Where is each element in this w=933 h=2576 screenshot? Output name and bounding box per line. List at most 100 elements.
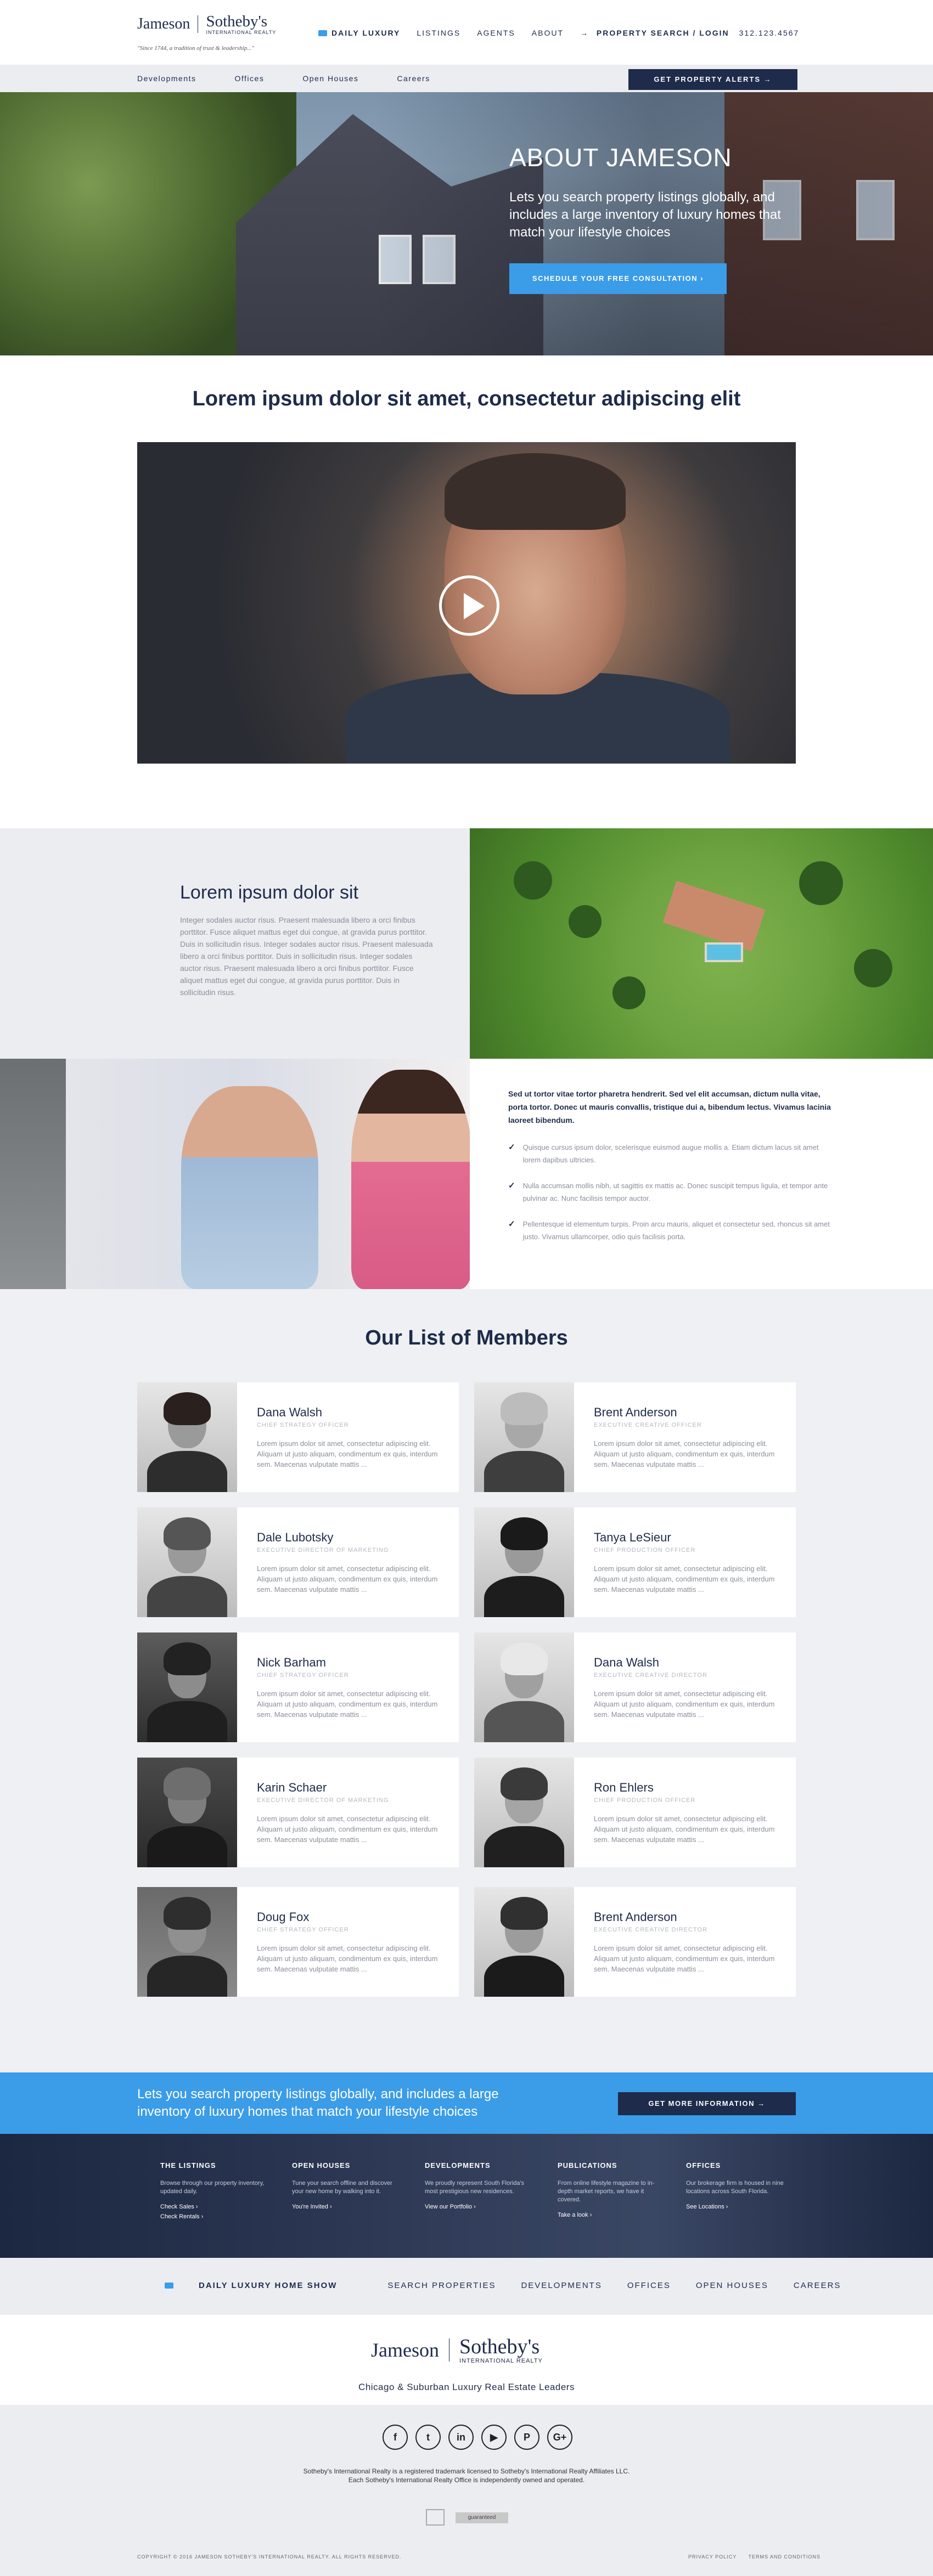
login-arrow-icon: → bbox=[580, 29, 589, 37]
youtube-icon[interactable]: ▶ bbox=[481, 2425, 507, 2450]
member-role: CHIEF STRATEGY OFFICER bbox=[257, 1672, 349, 1679]
member-card[interactable]: Dana Walsh CHIEF STRATEGY OFFICER Lorem … bbox=[137, 1382, 459, 1492]
subnav-developments[interactable]: Developments bbox=[137, 74, 196, 83]
bottom-nav-daily-luxury[interactable]: DAILY LUXURY HOME SHOW bbox=[165, 2281, 362, 2290]
member-card[interactable]: Dale Lubotsky EXECUTIVE DIRECTOR OF MARK… bbox=[137, 1507, 459, 1617]
legal-links: PRIVACY POLICY TERMS AND CONDITIONS bbox=[678, 2554, 820, 2560]
subnav-careers[interactable]: Careers bbox=[397, 74, 430, 83]
play-icon[interactable] bbox=[439, 575, 499, 636]
footer-link-invited[interactable]: You're Invited › bbox=[292, 2204, 402, 2210]
footer-col-offices: OFFICES Our brokerage firm is housed in … bbox=[686, 2161, 796, 2213]
nav-daily-luxury[interactable]: DAILY LUXURY bbox=[318, 29, 400, 37]
logo-jameson: Jameson bbox=[137, 15, 199, 33]
member-photo bbox=[137, 1382, 237, 1492]
footer-link-check-rentals[interactable]: Check Rentals › bbox=[160, 2213, 270, 2220]
member-role: EXECUTIVE CREATIVE DIRECTOR bbox=[594, 1672, 707, 1679]
info-cta-band: Lets you search property listings global… bbox=[0, 2072, 933, 2134]
nav-about[interactable]: ABOUT bbox=[532, 29, 564, 37]
tagline: "Since 1744, a tradition of trust & lead… bbox=[137, 45, 255, 52]
footer-col-title: THE LISTINGS bbox=[160, 2161, 216, 2170]
member-card[interactable]: Ron Ehlers CHIEF PRODUCTION OFFICER Lore… bbox=[474, 1758, 796, 1867]
check-icon: ✓ bbox=[508, 1219, 515, 1229]
nav-agents[interactable]: AGENTS bbox=[477, 29, 515, 37]
footer-link-portfolio[interactable]: View our Portfolio › bbox=[425, 2204, 535, 2210]
subnav-open-houses[interactable]: Open Houses bbox=[302, 74, 358, 83]
bottom-nav-offices[interactable]: OFFICES bbox=[627, 2281, 671, 2290]
video-icon bbox=[318, 30, 327, 36]
member-photo bbox=[137, 1507, 237, 1617]
schedule-consultation-button[interactable]: SCHEDULE YOUR FREE CONSULTATION › bbox=[509, 263, 727, 294]
feature-bullet: ✓ Pellentesque id elementum turpis. Proin… bbox=[508, 1218, 838, 1243]
bottom-nav-open-houses[interactable]: OPEN HOUSES bbox=[696, 2281, 768, 2290]
get-more-information-button[interactable]: GET MORE INFORMATION → bbox=[618, 2092, 796, 2115]
facebook-icon[interactable]: f bbox=[383, 2425, 408, 2450]
linkedin-icon[interactable]: in bbox=[448, 2425, 474, 2450]
video-icon bbox=[165, 2283, 173, 2289]
member-card[interactable]: Nick Barham CHIEF STRATEGY OFFICER Lorem… bbox=[137, 1632, 459, 1742]
footer-col-developments: DEVELOPMENTS We proudly represent South … bbox=[425, 2161, 535, 2213]
office-person-woman bbox=[351, 1070, 470, 1289]
legal-footer: f t in ▶ P G+ Sotheby's International Re… bbox=[0, 2405, 933, 2576]
video-person-hair bbox=[445, 453, 626, 530]
member-bio: Lorem ipsum dolor sit amet, consectetur … bbox=[257, 1564, 438, 1594]
bottom-nav: DAILY LUXURY HOME SHOW SEARCH PROPERTIES… bbox=[0, 2258, 933, 2315]
sub-nav: Developments Offices Open Houses Careers… bbox=[0, 65, 933, 92]
nav-phone[interactable]: 312.123.4567 bbox=[739, 29, 800, 37]
member-card[interactable]: Brent Anderson EXECUTIVE CREATIVE OFFICE… bbox=[474, 1382, 796, 1492]
terms-link[interactable]: TERMS AND CONDITIONS bbox=[749, 2554, 821, 2560]
nav-property-search-login[interactable]: → PROPERTY SEARCH / LOGIN bbox=[580, 29, 729, 37]
sub-nav-links: Developments Offices Open Houses Careers bbox=[137, 74, 469, 83]
footer-col-text: Our brokerage firm is housed in nine loc… bbox=[686, 2180, 784, 2195]
twitter-icon[interactable]: t bbox=[415, 2425, 441, 2450]
member-role: CHIEF STRATEGY OFFICER bbox=[257, 1422, 349, 1428]
member-card[interactable]: Tanya LeSieur CHIEF PRODUCTION OFFICER L… bbox=[474, 1507, 796, 1617]
feature-bullet: ✓ Nulla accumsan mollis nibh, ut sagittis… bbox=[508, 1179, 838, 1205]
member-card[interactable]: Brent Anderson EXECUTIVE CREATIVE DIRECT… bbox=[474, 1887, 796, 1997]
member-bio: Lorem ipsum dolor sit amet, consectetur … bbox=[257, 1439, 438, 1468]
feature-bullets: ✓ Quisque cursus ipsum dolor, scelerisque… bbox=[508, 1141, 838, 1256]
bottom-nav-careers[interactable]: CAREERS bbox=[794, 2281, 841, 2290]
subnav-offices[interactable]: Offices bbox=[235, 74, 265, 83]
footer-logo[interactable]: Jameson Sotheby's INTERNATIONAL REALTY bbox=[371, 2336, 543, 2364]
pinterest-icon[interactable]: P bbox=[514, 2425, 539, 2450]
about-paragraph: Integer sodales auctor risus. Praesent m… bbox=[180, 916, 433, 997]
privacy-policy-link[interactable]: PRIVACY POLICY bbox=[688, 2554, 737, 2560]
footer-col-title: OPEN HOUSES bbox=[292, 2161, 351, 2170]
member-role: EXECUTIVE DIRECTOR OF MARKETING bbox=[257, 1797, 389, 1804]
footer-col-publications: PUBLICATIONS From online lifestyle magaz… bbox=[558, 2161, 667, 2222]
hero-banner: ABOUT JAMESON Lets you search property l… bbox=[0, 92, 933, 355]
member-name: Nick Barham bbox=[257, 1656, 326, 1669]
nav-listings[interactable]: LISTINGS bbox=[417, 29, 460, 37]
member-photo bbox=[474, 1382, 574, 1492]
estate-house bbox=[662, 880, 766, 952]
footer-link-take-a-look[interactable]: Take a look › bbox=[558, 2212, 667, 2218]
footer-col-title: OFFICES bbox=[686, 2161, 721, 2170]
member-card[interactable]: Dana Walsh EXECUTIVE CREATIVE DIRECTOR L… bbox=[474, 1632, 796, 1742]
member-card[interactable]: Doug Fox CHIEF STRATEGY OFFICER Lorem ip… bbox=[137, 1887, 459, 1997]
office-person-man bbox=[181, 1086, 318, 1289]
get-property-alerts-button[interactable]: GET PROPERTY ALERTS → bbox=[628, 69, 797, 90]
bottom-nav-search-properties[interactable]: SEARCH PROPERTIES bbox=[387, 2281, 496, 2290]
estate-pool bbox=[705, 942, 743, 962]
footer-link-see-locations[interactable]: See Locations › bbox=[686, 2204, 796, 2210]
google-plus-icon[interactable]: G+ bbox=[547, 2425, 572, 2450]
feature-bullet: ✓ Quisque cursus ipsum dolor, scelerisque… bbox=[508, 1141, 838, 1166]
legal-line-1: Sotheby's International Realty is a regi… bbox=[303, 2467, 630, 2475]
footer-col-text: Tune your search offline and discover yo… bbox=[292, 2180, 392, 2195]
member-bio: Lorem ipsum dolor sit amet, consectetur … bbox=[257, 1815, 438, 1844]
bottom-nav-developments[interactable]: DEVELOPMENTS bbox=[521, 2281, 602, 2290]
office-meeting-image bbox=[0, 1059, 470, 1289]
member-bio: Lorem ipsum dolor sit amet, consectetur … bbox=[594, 1439, 775, 1468]
video-player[interactable] bbox=[137, 442, 796, 764]
member-role: EXECUTIVE DIRECTOR OF MARKETING bbox=[257, 1547, 389, 1553]
member-role: CHIEF PRODUCTION OFFICER bbox=[594, 1797, 696, 1804]
tree bbox=[612, 976, 645, 1009]
footer-link-check-sales[interactable]: Check Sales › bbox=[160, 2204, 270, 2210]
site-logo[interactable]: Jameson Sotheby's INTERNATIONAL REALTY bbox=[137, 13, 276, 35]
member-role: CHIEF PRODUCTION OFFICER bbox=[594, 1547, 696, 1553]
band-text: Lets you search property listings global… bbox=[137, 2087, 499, 2119]
member-card[interactable]: Karin Schaer EXECUTIVE DIRECTOR OF MARKE… bbox=[137, 1758, 459, 1867]
legal-line-2: Each Sotheby's International Realty Offi… bbox=[348, 2476, 585, 2484]
member-photo bbox=[474, 1758, 574, 1867]
office-person-left bbox=[0, 1059, 66, 1289]
